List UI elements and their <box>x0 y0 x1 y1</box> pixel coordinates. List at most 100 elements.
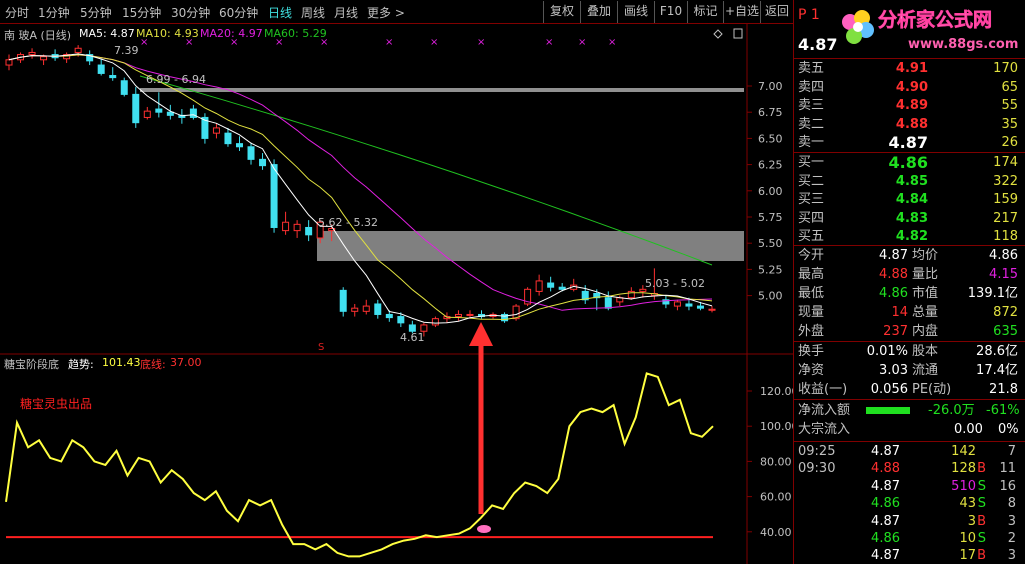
tick-count: 7 <box>1007 444 1016 459</box>
tick-time: 09:25 <box>798 444 836 459</box>
tick-row: 09:25 4.87 142 7 <box>794 443 1025 461</box>
back-button[interactable]: 返回 <box>760 1 793 23</box>
x-marker: × <box>430 37 438 48</box>
ask-label: 卖一 <box>798 135 825 151</box>
ask-label: 卖三 <box>798 98 825 114</box>
tick-direction: B <box>977 548 986 564</box>
ask-volume: 65 <box>1001 79 1018 95</box>
price-tick-label: 5.75 <box>758 211 783 224</box>
low-price-label: 4.61 <box>400 331 425 344</box>
stock-code: P 1 <box>798 7 820 23</box>
stat-value: 4.88 <box>879 267 908 282</box>
add-watchlist-button[interactable]: +自选 <box>723 1 760 23</box>
big-inflow-value: 0.00 <box>954 422 983 437</box>
period-tab-daily[interactable]: 日线 <box>268 4 292 21</box>
inflow-label: 净流入额 <box>798 403 851 418</box>
stat-value: 4.87 <box>879 248 908 263</box>
bid-price: 4.84 <box>895 192 928 208</box>
candle-body <box>385 313 393 319</box>
fuquan-button[interactable]: 复权 <box>543 1 580 23</box>
candle-body <box>374 303 382 315</box>
big-inflow-pct: 0% <box>998 422 1019 437</box>
bid-volume: 159 <box>993 192 1018 208</box>
tick-volume: 17 <box>959 548 976 564</box>
period-tab-weekly[interactable]: 周线 <box>301 4 325 21</box>
mark-button[interactable]: 标记 <box>687 1 723 23</box>
tick-volume: 142 <box>951 444 976 459</box>
candle-body <box>362 305 370 312</box>
period-tab-fenshi[interactable]: 分时 <box>5 4 29 21</box>
candle-body <box>547 282 555 288</box>
x-marker: × <box>385 37 393 48</box>
overlay-button[interactable]: 叠加 <box>580 1 617 23</box>
stat-value-2: 28.6亿 <box>976 344 1018 359</box>
bid-row: 买五 4.82 118 <box>794 228 1025 246</box>
ask-volume: 26 <box>1001 135 1018 151</box>
tick-count: 11 <box>999 461 1016 477</box>
price-tick-label: 5.50 <box>758 237 783 250</box>
tick-price: 4.86 <box>871 531 900 546</box>
tick-price: 4.88 <box>871 461 900 477</box>
candle-body <box>282 221 290 232</box>
ask-label: 卖二 <box>798 116 825 132</box>
tick-count: 16 <box>999 478 1016 494</box>
tick-price: 4.86 <box>871 496 900 512</box>
period-tab-30min[interactable]: 30分钟 <box>171 4 210 21</box>
ask-price: 4.87 <box>888 133 928 153</box>
bid-volume: 322 <box>993 173 1018 189</box>
tick-volume: 43 <box>959 496 976 512</box>
period-tab-monthly[interactable]: 月线 <box>334 4 358 21</box>
inflow-value: -26.0万 <box>928 403 975 418</box>
tick-price: 4.87 <box>871 513 900 529</box>
stat-value: 0.01% <box>866 344 908 359</box>
period-tab-more[interactable]: 更多 > <box>367 4 405 21</box>
price-tick-label: 6.75 <box>758 106 783 119</box>
s-marker: S <box>318 342 325 353</box>
chart-area[interactable]: × × × × × × × × × × × 7.006.756.506.256.005.755.50… <box>0 24 793 564</box>
candle-body <box>97 64 105 74</box>
candle-body <box>212 127 220 134</box>
stat-label: 最低 <box>798 286 825 301</box>
stat-row: 最低 4.86 市值 139.1亿 <box>794 285 1025 303</box>
tick-direction: S <box>977 496 986 512</box>
stat-value: 237 <box>883 324 908 339</box>
stat-row: 今开 4.87 均价 4.86 <box>794 247 1025 265</box>
ask-price: 4.90 <box>895 79 928 95</box>
period-tab-15min[interactable]: 15分钟 <box>122 4 161 21</box>
tick-row: 4.87 510 S 16 <box>794 478 1025 496</box>
ask-price: 4.91 <box>895 61 928 76</box>
period-tab-60min[interactable]: 60分钟 <box>219 4 258 21</box>
stat-label-2: 市值 <box>912 286 939 301</box>
candle-body <box>120 80 128 95</box>
bid-label: 买一 <box>798 155 825 170</box>
ask-label: 卖四 <box>798 79 825 95</box>
tick-volume: 3 <box>967 513 976 529</box>
draw-line-button[interactable]: 画线 <box>617 1 654 23</box>
candle-body <box>143 110 151 118</box>
tick-direction: S <box>977 478 986 494</box>
stat-row: 外盘 237 内盘 635 <box>794 323 1025 341</box>
bid-row: 买一 4.86 174 <box>794 154 1025 172</box>
candle-body <box>708 308 716 311</box>
stat-label: 换手 <box>798 344 825 359</box>
tick-price: 4.87 <box>871 478 900 494</box>
candle-body <box>685 303 693 307</box>
indicator-name: 糖宝阶段底 <box>4 358 59 371</box>
indicator-tick-label: 100.00 <box>760 420 793 433</box>
ask-row: 卖四 4.90 65 <box>794 79 1025 97</box>
tick-direction: B <box>977 513 986 529</box>
ma10-label: MA10: 4.93 <box>136 27 199 40</box>
period-tab-1min[interactable]: 1分钟 <box>38 4 70 21</box>
tick-row: 4.86 10 S 2 <box>794 530 1025 548</box>
trend-label: 趋势: <box>68 358 94 371</box>
tick-direction: B <box>977 461 986 477</box>
price-tick-label: 6.50 <box>758 132 783 145</box>
price-tick-label: 7.00 <box>758 80 783 93</box>
ask-volume: 170 <box>993 61 1018 76</box>
candle-body <box>74 47 82 53</box>
stat-value-2: 635 <box>993 324 1018 339</box>
bid-price: 4.85 <box>895 173 928 189</box>
period-tab-5min[interactable]: 5分钟 <box>80 4 112 21</box>
price-tick-label: 5.25 <box>758 263 783 276</box>
f10-button[interactable]: F10 <box>654 1 687 23</box>
